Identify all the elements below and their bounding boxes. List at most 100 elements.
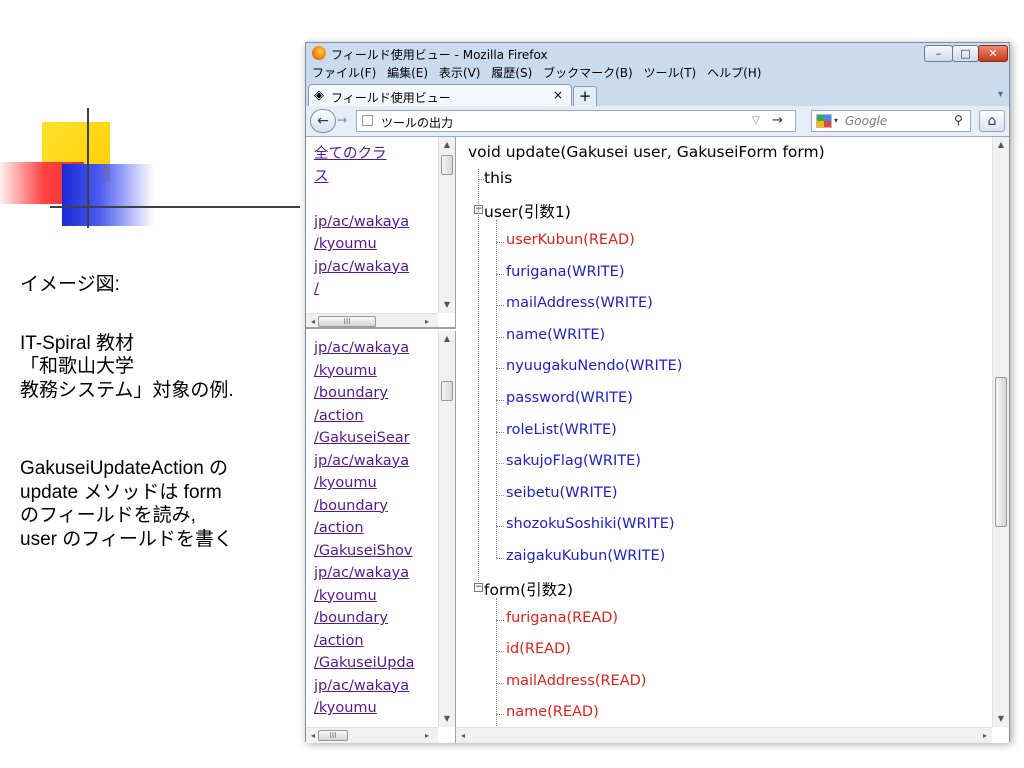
class-link[interactable]: ス — [314, 166, 435, 189]
class-link[interactable]: /kyoumu — [314, 585, 435, 608]
class-link[interactable]: / — [314, 278, 435, 301]
class-link[interactable]: /kyoumu — [314, 697, 435, 720]
scroll-right-icon[interactable]: ▸ — [978, 728, 992, 743]
class-link[interactable]: jp/ac/wakaya — [314, 256, 435, 279]
home-button[interactable]: ⌂ — [979, 110, 1005, 132]
class-link[interactable]: /action — [314, 517, 435, 540]
menu-help[interactable]: ヘルプ(H) — [707, 66, 761, 80]
minimize-button[interactable]: – — [924, 45, 953, 62]
class-link[interactable]: /GakuseiSear — [314, 427, 435, 450]
scroll-right-icon[interactable]: ▸ — [420, 728, 434, 743]
class-link[interactable]: jp/ac/wakaya — [314, 675, 435, 698]
package-list-vscroll[interactable]: ▲ ▼ — [438, 331, 455, 727]
main-hscroll[interactable]: ◂ ▸ — [456, 727, 992, 743]
scroll-down-icon[interactable]: ▼ — [439, 711, 455, 727]
page-icon — [362, 115, 373, 126]
root-children-guide — [478, 169, 479, 582]
class-link[interactable]: jp/ac/wakaya — [314, 562, 435, 585]
title-bar[interactable]: フィールド使用ビュー - Mozilla Firefox – □ ✕ — [306, 43, 1009, 63]
tree-connector — [496, 368, 504, 370]
window-title: フィールド使用ビュー - Mozilla Firefox — [331, 48, 548, 62]
class-link[interactable]: jp/ac/wakaya — [314, 337, 435, 360]
tab-strip: ◈ フィールド使用ビュー × + ▾ — [306, 84, 1009, 106]
scroll-down-icon[interactable]: ▼ — [993, 711, 1009, 727]
maximize-button[interactable]: □ — [952, 45, 979, 62]
forward-button[interactable]: → — [337, 113, 347, 127]
class-list-vscroll[interactable]: ▲ ▼ — [438, 137, 455, 313]
class-link[interactable]: /action — [314, 630, 435, 653]
class-link[interactable]: /kyoumu — [314, 472, 435, 495]
class-link[interactable]: /kyoumu — [314, 233, 435, 256]
class-link[interactable]: /GakuseiUpda — [314, 652, 435, 675]
new-tab-button[interactable]: + — [573, 86, 597, 106]
package-list-hscroll[interactable]: ◂ III ▸ — [306, 727, 438, 743]
tree-connector — [496, 494, 504, 496]
scroll-left-icon[interactable]: ◂ — [456, 728, 470, 743]
caption-line-3: 教務システム」対象の例. — [20, 380, 234, 401]
tab-list-icon[interactable]: ▾ — [998, 89, 1003, 100]
note-line-4: user のフィールドを書く — [20, 529, 233, 550]
scroll-right-icon[interactable]: ▸ — [420, 314, 434, 327]
google-icon[interactable] — [816, 114, 832, 128]
class-link[interactable]: /boundary — [314, 607, 435, 630]
user-field-1: furigana(WRITE) — [506, 263, 625, 280]
class-link[interactable]: /GakuseiShov — [314, 540, 435, 563]
main-vscroll[interactable]: ▲ ▼ — [992, 137, 1009, 727]
class-link[interactable]: jp/ac/wakaya — [314, 211, 435, 234]
class-link[interactable]: /kyoumu — [314, 360, 435, 383]
decor-vertical-line — [87, 108, 89, 228]
class-link[interactable]: /boundary — [314, 495, 435, 518]
tab-field-usage-view[interactable]: ◈ フィールド使用ビュー × — [308, 84, 572, 106]
class-list-hscroll[interactable]: ◂ III ▸ — [306, 313, 438, 327]
hscroll-thumb[interactable]: III — [318, 730, 348, 741]
caption-label: イメージ図: — [20, 274, 120, 295]
menu-file[interactable]: ファイル(F) — [312, 66, 376, 80]
tree-connector — [496, 305, 504, 307]
tree-connector — [496, 431, 504, 433]
menu-bar: ファイル(F) 編集(E) 表示(V) 履歴(S) ブックマーク(B) ツール(… — [312, 64, 768, 82]
scroll-thumb[interactable] — [441, 155, 453, 175]
search-icon[interactable]: ⚲ — [954, 113, 963, 127]
go-arrow-icon[interactable]: → — [772, 113, 783, 128]
close-button[interactable]: ✕ — [978, 45, 1008, 62]
menu-history[interactable]: 履歴(S) — [491, 66, 532, 80]
note-line-1: GakuseiUpdateAction の — [20, 458, 229, 479]
user-children-guide — [496, 220, 497, 558]
class-link[interactable]: jp/ac/wakaya — [314, 450, 435, 473]
scroll-thumb[interactable] — [995, 377, 1007, 527]
scroll-up-icon[interactable]: ▲ — [439, 137, 455, 153]
class-link[interactable]: /boundary — [314, 382, 435, 405]
tree-node-user: user(引数1) — [484, 203, 571, 221]
tab-label: フィールド使用ビュー — [331, 91, 451, 105]
menu-view[interactable]: 表示(V) — [439, 66, 481, 80]
scroll-up-icon[interactable]: ▲ — [993, 137, 1009, 153]
tab-close-icon[interactable]: × — [553, 88, 563, 102]
scroll-down-icon[interactable]: ▼ — [439, 297, 455, 313]
hscroll-thumb[interactable]: III — [318, 316, 376, 327]
url-bar[interactable]: ツールの出力 ▽ → — [356, 110, 796, 132]
tree-connector — [496, 273, 504, 275]
search-engine-dropdown-icon[interactable]: ▾ — [834, 116, 838, 125]
menu-bookmarks[interactable]: ブックマーク(B) — [543, 66, 633, 80]
class-list-frame: 全てのクラス jp/ac/wakaya/kyoumu jp/ac/wakaya / … — [306, 137, 456, 329]
tree-connector — [496, 400, 504, 401]
package-link-list: jp/ac/wakaya/kyoumu/boundary/action/Gaku… — [314, 337, 435, 720]
user-field-2: mailAddress(WRITE) — [506, 295, 653, 312]
user-field-3: name(WRITE) — [506, 326, 606, 343]
tree-node-this: this — [484, 169, 513, 187]
search-bar[interactable]: ▾ Google ⚲ — [811, 110, 971, 132]
form-collapse-toggle[interactable]: − — [474, 582, 483, 592]
user-field-4: nyuugakuNendo(WRITE) — [506, 358, 683, 375]
tree-node-form: form(引数2) — [484, 580, 574, 599]
note-line-3: のフィールドを読み, — [20, 505, 196, 526]
search-placeholder: Google — [845, 114, 888, 128]
back-button[interactable]: ← — [310, 109, 336, 133]
scroll-up-icon[interactable]: ▲ — [439, 331, 455, 347]
tree-connector — [496, 558, 504, 559]
menu-edit[interactable]: 編集(E) — [387, 66, 428, 80]
scroll-thumb[interactable] — [441, 381, 453, 401]
class-link[interactable]: 全てのクラ — [314, 143, 435, 166]
menu-tools[interactable]: ツール(T) — [644, 66, 697, 80]
class-link[interactable]: /action — [314, 405, 435, 428]
bookmark-star-icon[interactable]: ▽ — [752, 115, 760, 126]
